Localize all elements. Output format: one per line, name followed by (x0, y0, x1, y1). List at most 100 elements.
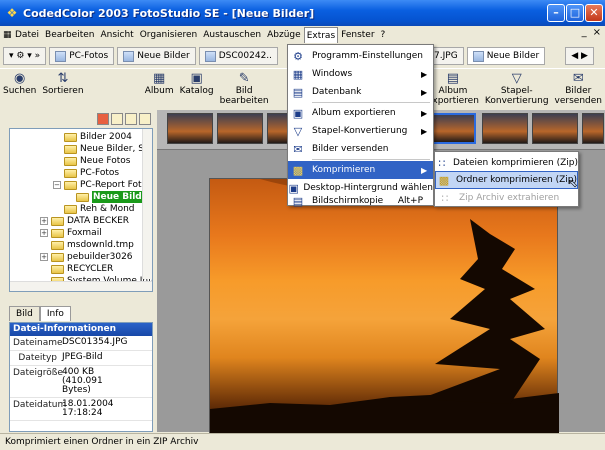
thumbnail[interactable] (217, 113, 263, 144)
edit-image-button[interactable]: ✎ Bild bearbeiten (220, 71, 269, 106)
menu-bearbeiten[interactable]: Bearbeiten (42, 27, 97, 43)
compress-submenu: ∷ Dateien komprimieren (Zip) ▩ Ordner komp… (434, 151, 579, 207)
tab-neue-bilder-1[interactable]: Neue Bilder (117, 47, 196, 65)
menu-bar: ▦ Datei Bearbeiten Ansicht Organisieren … (0, 26, 605, 44)
search-button[interactable]: ◉ Suchen (3, 71, 36, 96)
folder-move-icon[interactable] (139, 113, 151, 125)
database-icon: ▤ (292, 85, 304, 99)
menu-item-album-export[interactable]: ▣ Album exportieren ▶ (288, 104, 433, 122)
submenu-arrow-icon: ▶ (421, 87, 428, 97)
menu-austauschen[interactable]: Austauschen (200, 27, 264, 43)
folder-new-icon[interactable] (111, 113, 123, 125)
send-images-button[interactable]: ✉ Bilder versenden (555, 71, 602, 106)
folder-icon (51, 240, 64, 250)
thumbnail[interactable] (532, 113, 578, 144)
tab-scroll-buttons[interactable]: ◀ ▶ (565, 47, 594, 65)
left-pane: Bilder 2004 Neue Bilder, Sep Neue Fotos … (7, 110, 155, 432)
tree-node[interactable]: RECYCLER (51, 263, 113, 275)
windows-icon: ▦ (292, 67, 304, 81)
tab-neue-bilder-active[interactable]: Neue Bilder (466, 47, 546, 65)
mdi-minimize-button[interactable]: _ (582, 27, 587, 38)
catalog-button[interactable]: ▣ Katalog (180, 71, 214, 96)
tree-node[interactable]: msdownld.tmp (51, 239, 134, 251)
nav-buttons[interactable]: ▾ ⚙ ▾ » (3, 47, 47, 65)
folder-icon (51, 252, 64, 262)
tree-node[interactable]: Bilder 2004 (64, 131, 132, 143)
sort-button[interactable]: ⇅ Sortieren (42, 71, 83, 96)
tree-node[interactable]: Neue Bilder, Sep (64, 143, 152, 155)
title-bar[interactable]: ❖ CodedColor 2003 FotoStudio SE - [Neue … (0, 0, 605, 26)
batch-convert-button[interactable]: ▽ Stapel- Konvertierung (485, 71, 549, 106)
folder-icon (64, 180, 77, 190)
extras-dropdown-menu: ⚙ Programm-Einstellungen ▦ Windows ▶ ▤ Daten… (287, 44, 434, 208)
menu-ansicht[interactable]: Ansicht (97, 27, 136, 43)
menu-item-compress[interactable]: ▩ Komprimieren ▶ (288, 161, 433, 179)
folder-icon (64, 144, 77, 154)
mdi-close-button[interactable]: × (593, 27, 601, 38)
tree-horizontal-scrollbar[interactable] (10, 281, 152, 291)
thumbnail-selected[interactable] (430, 113, 476, 144)
submenu-arrow-icon: ▶ (421, 108, 428, 118)
collapse-icon[interactable]: − (53, 181, 61, 189)
tab-dsc00242[interactable]: DSC00242.. (198, 47, 279, 65)
menu-item-windows[interactable]: ▦ Windows ▶ (288, 65, 433, 83)
menu-extras[interactable]: Extras (303, 27, 339, 43)
menu-organisieren[interactable]: Organisieren (137, 27, 201, 43)
folder-copy-icon[interactable] (125, 113, 137, 125)
folder-icon (51, 228, 64, 238)
tab-label: 7.JPG (434, 51, 458, 61)
thumbnail[interactable] (167, 113, 213, 144)
expand-icon[interactable]: + (40, 253, 48, 261)
album-export-button[interactable]: ▤ Album exportieren (427, 71, 479, 106)
tree-node-selected[interactable]: Neue Bilde (76, 191, 149, 203)
screenshot-icon: ▤ (292, 194, 304, 208)
funnel-icon: ▽ (293, 124, 303, 138)
submenu-item-compress-folder[interactable]: ▩ Ordner komprimieren (Zip) (435, 171, 578, 189)
menu-item-screenshot[interactable]: ▤ Bildschirmkopie Alt+P (288, 194, 433, 208)
doc-icon[interactable]: ▦ (0, 27, 12, 43)
menu-item-program-settings[interactable]: ⚙ Programm-Einstellungen (288, 47, 433, 65)
expand-icon[interactable]: + (40, 229, 48, 237)
menu-datei[interactable]: Datei (12, 27, 42, 43)
menu-item-send-images[interactable]: ✉ Bilder versenden (288, 140, 433, 158)
submenu-item-extract-zip[interactable]: ∷ Zip Archiv extrahieren (435, 189, 578, 207)
thumbnail[interactable] (482, 113, 528, 144)
tree-node[interactable]: PC-Fotos (64, 167, 119, 179)
album-icon: ▦ (153, 71, 166, 86)
maximize-button[interactable]: □ (566, 4, 584, 22)
menu-item-database[interactable]: ▤ Datenbank ▶ (288, 83, 433, 101)
close-button[interactable]: ✕ (585, 4, 603, 22)
menu-help[interactable]: ? (378, 27, 389, 43)
folder-up-icon[interactable] (97, 113, 109, 125)
folder-icon (51, 216, 64, 226)
submenu-item-compress-files[interactable]: ∷ Dateien komprimieren (Zip) (435, 154, 578, 172)
info-value: JPEG-Bild (62, 352, 103, 362)
menu-abzuege[interactable]: Abzüge (264, 27, 304, 43)
minimize-button[interactable]: – (547, 4, 565, 22)
tree-node[interactable]: + pebuilder3026 (40, 251, 133, 263)
info-header: Datei-Informationen (10, 323, 152, 336)
tab-label: Neue Bilder (486, 51, 540, 61)
info-key: Dateityp (18, 353, 57, 363)
tree-node[interactable]: − PC-Report Fotos (53, 179, 152, 191)
tab-icon (55, 50, 67, 62)
menu-item-batch-convert[interactable]: ▽ Stapel-Konvertierung ▶ (288, 122, 433, 140)
compress-icon: ▩ (292, 163, 304, 177)
expand-icon[interactable]: + (40, 217, 48, 225)
thumbnail[interactable] (582, 113, 604, 144)
tab-icon (204, 50, 216, 62)
menu-item-desktop-background[interactable]: ▣ Desktop-Hintergrund wählen (288, 179, 433, 197)
tree-vertical-scrollbar[interactable] (142, 129, 152, 279)
tab-info[interactable]: Info (39, 306, 71, 321)
tree-node[interactable]: Neue Fotos (64, 155, 130, 167)
tree-node[interactable]: + Foxmail (40, 227, 102, 239)
tree-node[interactable]: Reh & Mond (64, 203, 135, 215)
main-image-preview (209, 178, 559, 436)
info-tabs: Bild Info (9, 306, 153, 322)
tab-pc-fotos[interactable]: PC-Fotos (49, 47, 115, 65)
shortcut-label: Alt+P (397, 196, 423, 206)
menu-fenster[interactable]: Fenster (338, 27, 377, 43)
tree-node[interactable]: + DATA BECKER (40, 215, 129, 227)
album-button[interactable]: ▦ Album (145, 71, 174, 96)
tab-bild[interactable]: Bild (9, 306, 40, 321)
